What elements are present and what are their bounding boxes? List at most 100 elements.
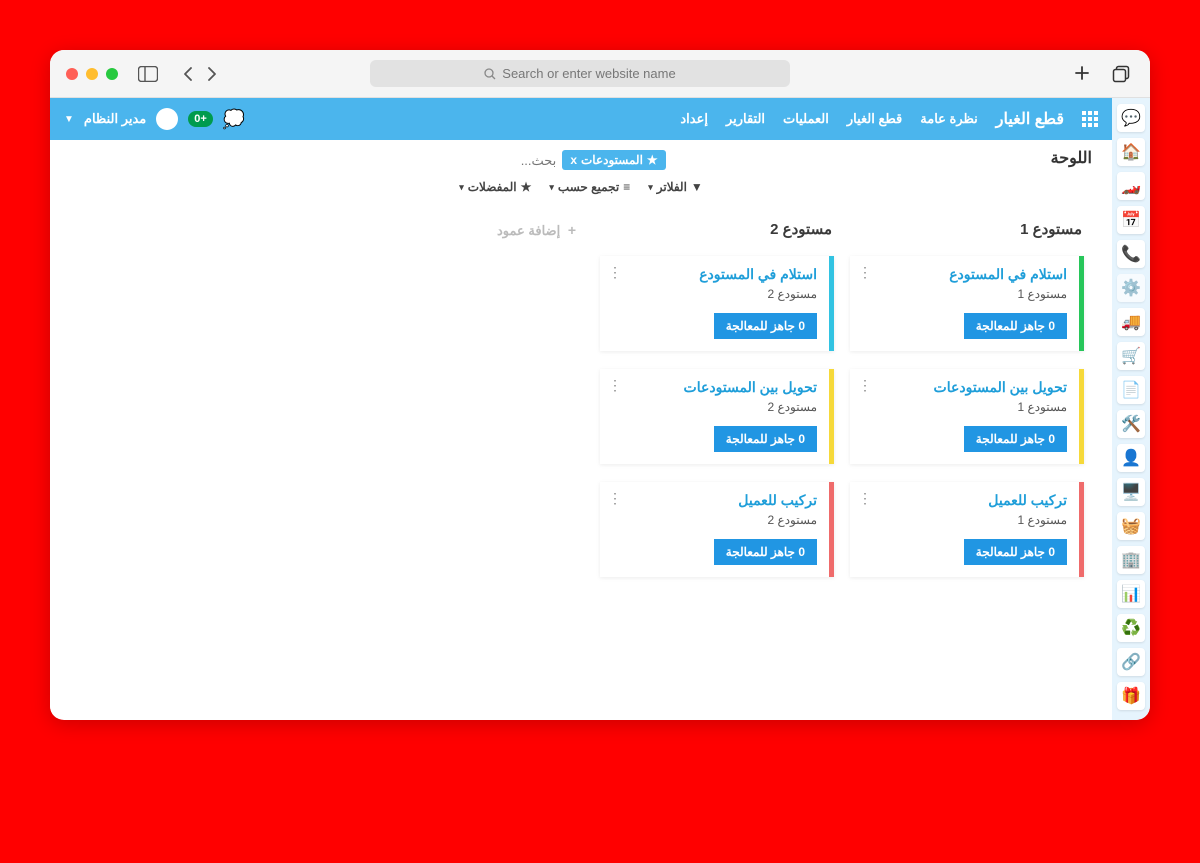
- kanban-card[interactable]: ⋮ تحويل بين المستودعات مستودع 1 0 جاهز ل…: [850, 369, 1084, 464]
- browser-nav: [178, 63, 222, 85]
- search-row: ★ المستودعات x: [70, 150, 1092, 170]
- card-badge[interactable]: 0 جاهز للمعالجة: [964, 426, 1067, 452]
- rail-calendar-icon[interactable]: 📅: [1117, 206, 1145, 234]
- browser-window: Search or enter website name 💬 🏠 🏎️ 📅 📞 …: [50, 50, 1150, 720]
- nav-parts[interactable]: قطع الغيار: [847, 111, 902, 127]
- user-menu-caret-icon[interactable]: ▼: [64, 114, 74, 125]
- search-input[interactable]: [496, 153, 556, 168]
- groupby-button[interactable]: ≡تجميع حسب▾: [549, 180, 630, 194]
- app-topbar: قطع الغيار نظرة عامة قطع الغيار العمليات…: [50, 98, 1112, 140]
- kanban-card[interactable]: ⋮ تركيب للعميل مستودع 2 0 جاهز للمعالجة: [600, 482, 834, 577]
- search-icon: [484, 68, 496, 80]
- top-nav: نظرة عامة قطع الغيار العمليات التقارير إ…: [680, 111, 977, 127]
- control-panel: اللوحة ★ المستودعات x ▼الفلاتر▾ ≡تجميع ح…: [50, 140, 1112, 198]
- filters-button[interactable]: ▼الفلاتر▾: [648, 180, 703, 194]
- app-title: قطع الغيار: [996, 109, 1064, 129]
- card-subtitle: مستودع 2: [612, 400, 817, 414]
- rail-car-icon[interactable]: 🏎️: [1117, 172, 1145, 200]
- nav-ops[interactable]: العمليات: [783, 111, 829, 127]
- chat-icon[interactable]: 💭: [223, 109, 245, 130]
- card-subtitle: مستودع 1: [862, 400, 1067, 414]
- minimize-window-icon[interactable]: [86, 68, 98, 80]
- app-root: 💬 🏠 🏎️ 📅 📞 ⚙️ 🚚 🛒 📄 🛠️ 👤 🖥️ 🧺 🏢 📊 ♻️ 🔗 🎁: [50, 98, 1150, 720]
- card-menu-icon[interactable]: ⋮: [858, 490, 872, 507]
- nav-setup[interactable]: إعداد: [680, 111, 708, 127]
- rail-building-icon[interactable]: 🏢: [1117, 546, 1145, 574]
- avatar[interactable]: [156, 108, 178, 130]
- sidebar-rail: 💬 🏠 🏎️ 📅 📞 ⚙️ 🚚 🛒 📄 🛠️ 👤 🖥️ 🧺 🏢 📊 ♻️ 🔗 🎁: [1112, 98, 1150, 720]
- plus-icon: +: [568, 222, 576, 238]
- address-bar[interactable]: Search or enter website name: [370, 60, 790, 87]
- card-menu-icon[interactable]: ⋮: [608, 490, 622, 507]
- sidebar-toggle-icon[interactable]: [134, 62, 162, 86]
- rail-tool-icon[interactable]: 🛠️: [1117, 410, 1145, 438]
- favorites-button[interactable]: ★المفضلات▾: [459, 180, 531, 194]
- card-subtitle: مستودع 1: [862, 287, 1067, 301]
- card-badge[interactable]: 0 جاهز للمعالجة: [714, 426, 817, 452]
- rail-recycle-icon[interactable]: ♻️: [1117, 614, 1145, 642]
- column-title: مستودع 2: [600, 214, 834, 244]
- browser-toolbar: Search or enter website name: [50, 50, 1150, 98]
- rail-doc-icon[interactable]: 📄: [1117, 376, 1145, 404]
- nav-reports[interactable]: التقارير: [726, 111, 765, 127]
- card-badge[interactable]: 0 جاهز للمعالجة: [964, 313, 1067, 339]
- apps-grid-icon[interactable]: [1082, 111, 1098, 127]
- kanban-column: مستودع 2 ⋮ استلام في المستودع مستودع 2 0…: [592, 214, 842, 688]
- address-placeholder: Search or enter website name: [502, 66, 675, 81]
- rail-gift-icon[interactable]: 🎁: [1117, 682, 1145, 710]
- chip-label: المستودعات: [581, 153, 643, 167]
- add-column-area: + إضافة عمود: [342, 214, 592, 688]
- rail-home-icon[interactable]: 🏠: [1117, 138, 1145, 166]
- rail-comment-icon[interactable]: 💬: [1117, 104, 1145, 132]
- card-badge[interactable]: 0 جاهز للمعالجة: [714, 313, 817, 339]
- notif-badge[interactable]: +0: [188, 111, 213, 127]
- card-menu-icon[interactable]: ⋮: [608, 264, 622, 281]
- kanban-card[interactable]: ⋮ استلام في المستودع مستودع 2 0 جاهز للم…: [600, 256, 834, 351]
- user-area: 💭 +0 مدير النظام ▼: [64, 108, 245, 130]
- rail-cart-icon[interactable]: 🛒: [1117, 342, 1145, 370]
- tabs-icon[interactable]: [1108, 61, 1134, 87]
- rail-monitor-icon[interactable]: 🖥️: [1117, 478, 1145, 506]
- browser-actions: [1070, 61, 1134, 87]
- rail-basket-icon[interactable]: 🧺: [1117, 512, 1145, 540]
- maximize-window-icon[interactable]: [106, 68, 118, 80]
- funnel-icon: ▼: [691, 180, 703, 194]
- traffic-lights: [66, 68, 118, 80]
- kanban-card[interactable]: ⋮ تركيب للعميل مستودع 1 0 جاهز للمعالجة: [850, 482, 1084, 577]
- new-tab-icon[interactable]: [1070, 61, 1094, 87]
- add-column-label: إضافة عمود: [497, 223, 560, 238]
- main-area: قطع الغيار نظرة عامة قطع الغيار العمليات…: [50, 98, 1112, 720]
- card-menu-icon[interactable]: ⋮: [858, 377, 872, 394]
- kanban-column: مستودع 1 ⋮ استلام في المستودع مستودع 1 0…: [842, 214, 1092, 688]
- chip-remove-icon[interactable]: x: [570, 153, 577, 167]
- user-name[interactable]: مدير النظام: [84, 111, 146, 127]
- star-icon: ★: [647, 153, 658, 167]
- search-chip[interactable]: ★ المستودعات x: [562, 150, 665, 170]
- rail-truck-icon[interactable]: 🚚: [1117, 308, 1145, 336]
- card-title: استلام في المستودع: [862, 266, 1067, 283]
- card-badge[interactable]: 0 جاهز للمعالجة: [714, 539, 817, 565]
- nav-overview[interactable]: نظرة عامة: [920, 111, 978, 127]
- card-subtitle: مستودع 2: [612, 287, 817, 301]
- card-badge[interactable]: 0 جاهز للمعالجة: [964, 539, 1067, 565]
- column-title: مستودع 1: [850, 214, 1084, 244]
- back-icon[interactable]: [178, 63, 198, 85]
- rail-gear-icon[interactable]: ⚙️: [1117, 274, 1145, 302]
- card-menu-icon[interactable]: ⋮: [858, 264, 872, 281]
- rail-report-icon[interactable]: 📊: [1117, 580, 1145, 608]
- list-icon: ≡: [623, 180, 630, 194]
- card-title: تحويل بين المستودعات: [862, 379, 1067, 396]
- filter-row: ▼الفلاتر▾ ≡تجميع حسب▾ ★المفضلات▾: [70, 180, 1092, 194]
- card-title: تركيب للعميل: [862, 492, 1067, 509]
- rail-link-icon[interactable]: 🔗: [1117, 648, 1145, 676]
- add-column-button[interactable]: + إضافة عمود: [350, 214, 584, 247]
- kanban-board: مستودع 1 ⋮ استلام في المستودع مستودع 1 0…: [50, 198, 1112, 718]
- star-icon: ★: [521, 180, 532, 194]
- kanban-card[interactable]: ⋮ استلام في المستودع مستودع 1 0 جاهز للم…: [850, 256, 1084, 351]
- close-window-icon[interactable]: [66, 68, 78, 80]
- forward-icon[interactable]: [202, 63, 222, 85]
- rail-phone-icon[interactable]: 📞: [1117, 240, 1145, 268]
- rail-user-icon[interactable]: 👤: [1117, 444, 1145, 472]
- card-menu-icon[interactable]: ⋮: [608, 377, 622, 394]
- kanban-card[interactable]: ⋮ تحويل بين المستودعات مستودع 2 0 جاهز ل…: [600, 369, 834, 464]
